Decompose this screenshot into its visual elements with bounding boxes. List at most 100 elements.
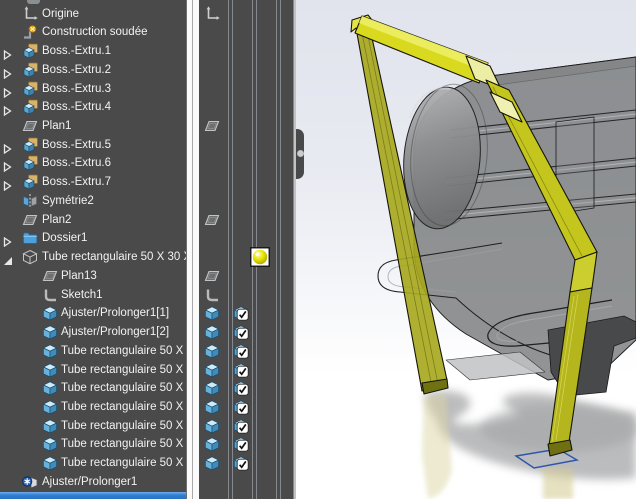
- tree-item-label: Origine: [42, 5, 79, 24]
- tree-row[interactable]: Tube rectangulaire 50 X 30 X 2: [0, 342, 186, 361]
- panel-collapse-handle[interactable]: [296, 129, 304, 179]
- tree-item-label: Ajuster/Prolonger1[2]: [61, 323, 169, 342]
- tree-row[interactable]: Tube rectangulaire 50 X 30 X 2: [0, 398, 186, 417]
- tree-item-label: Boss.-Extru.2: [42, 61, 111, 80]
- tree-row[interactable]: Tube rectangulaire 50 X 30 X 2: [0, 417, 186, 436]
- chevron-right-icon[interactable]: [3, 141, 12, 151]
- tree-row[interactable]: Symétrie2: [0, 192, 186, 211]
- checked-body-icon[interactable]: [233, 418, 249, 434]
- tree-row[interactable]: Boss.-Extru.6: [0, 154, 186, 173]
- graphics-viewport[interactable]: [296, 0, 636, 499]
- tree-row[interactable]: Tube rectangulaire 50 X 30 X 2: [0, 379, 186, 398]
- tree-item-label: Plan2: [42, 211, 71, 230]
- origin-icon: [22, 6, 38, 22]
- appearance-swatch-yellow[interactable]: [250, 247, 270, 267]
- body-icon: [42, 380, 58, 396]
- weldment-icon: [22, 24, 38, 40]
- chevron-right-icon[interactable]: [3, 85, 12, 95]
- tree-row[interactable]: Tube rectangulaire 50 X 30 X 2: [0, 435, 186, 454]
- tree-row[interactable]: Construction soudée: [0, 23, 186, 42]
- checked-body-icon[interactable]: [233, 436, 249, 452]
- plane-icon: [42, 268, 58, 284]
- boss-extrude-icon: [22, 155, 38, 171]
- tree-row[interactable]: Boss.-Extru.5: [0, 136, 186, 155]
- checked-body-icon[interactable]: [233, 305, 249, 321]
- body-icon: [204, 343, 220, 359]
- display-pane-divider: [228, 0, 229, 499]
- tree-row[interactable]: Tube rectangulaire 50 X 30 X 2: [0, 361, 186, 380]
- checked-body-icon[interactable]: [233, 343, 249, 359]
- chevron-right-icon[interactable]: [3, 159, 12, 169]
- chevron-right-icon[interactable]: [3, 103, 12, 113]
- checked-body-icon[interactable]: [233, 455, 249, 471]
- chevron-right-icon[interactable]: [3, 66, 12, 76]
- body-icon: [204, 436, 220, 452]
- chevron-right-icon[interactable]: [3, 234, 12, 244]
- tree-row[interactable]: Ajuster/Prolonger1[1]: [0, 304, 186, 323]
- tree-row[interactable]: Boss.-Extru.2: [0, 61, 186, 80]
- tree-row[interactable]: Boss.-Extru.1: [0, 42, 186, 61]
- tree-item-label: Tube rectangulaire 50 X 30 X 2: [61, 435, 186, 454]
- body-icon: [42, 324, 58, 340]
- panel-splitter-strip[interactable]: [186, 0, 199, 499]
- display-pane: [199, 0, 296, 499]
- handle-dot-icon: [297, 150, 304, 157]
- tree-row[interactable]: Boss.-Extru.4: [0, 98, 186, 117]
- tree-item-label: Tube rectangulaire 50 X 30 X 2: [61, 398, 186, 417]
- plane-icon: [204, 118, 220, 134]
- tree-item-label: Symétrie2: [42, 192, 94, 211]
- tree-item-label: Boss.-Extru.1: [42, 42, 111, 61]
- tree-row[interactable]: Sketch1: [0, 286, 186, 305]
- checked-body-icon[interactable]: [233, 362, 249, 378]
- clipped-tree-icon: [27, 0, 40, 4]
- tree-row[interactable]: Plan2: [0, 211, 186, 230]
- tree-row[interactable]: Plan1: [0, 117, 186, 136]
- chevron-right-icon[interactable]: [3, 178, 12, 188]
- plane-icon: [22, 212, 38, 228]
- tree-item-label: Plan1: [42, 117, 71, 136]
- right-leg-reflection: [543, 468, 573, 499]
- tree-item-label: Boss.-Extru.5: [42, 136, 111, 155]
- boss-extrude-icon: [22, 99, 38, 115]
- boss-extrude-icon: [22, 81, 38, 97]
- body-icon: [204, 418, 220, 434]
- body-icon: [204, 324, 220, 340]
- tree-item-label: Ajuster/Prolonger1: [42, 473, 137, 492]
- tree-row[interactable]: Ajuster/Prolonger1: [0, 473, 186, 492]
- checked-body-icon[interactable]: [233, 399, 249, 415]
- selected-row-highlight[interactable]: [0, 492, 186, 499]
- tree-row[interactable]: Plan13: [0, 267, 186, 286]
- tree-item-label: Tube rectangulaire 50 X 30 X 2: [61, 454, 186, 473]
- tree-row[interactable]: Origine: [0, 5, 186, 24]
- tree-row[interactable]: Boss.-Extru.7: [0, 173, 186, 192]
- body-icon: [204, 362, 220, 378]
- tube-profile-icon: [22, 249, 38, 265]
- display-pane-divider: [280, 0, 281, 499]
- tree-row[interactable]: Boss.-Extru.3: [0, 80, 186, 99]
- model-view[interactable]: [296, 0, 636, 499]
- tree-item-label: Tube rectangulaire 50 X 30 X 2: [61, 361, 186, 380]
- chevron-right-icon[interactable]: [3, 47, 12, 57]
- plane-icon: [22, 118, 38, 134]
- panel-edge-line: [186, 0, 187, 499]
- tree-item-label: Boss.-Extru.3: [42, 80, 111, 99]
- body-icon: [42, 455, 58, 471]
- tree-row[interactable]: Tube rectangulaire 50 X 30 X 2: [0, 454, 186, 473]
- tree-row[interactable]: Dossier1: [0, 229, 186, 248]
- tree-item-label: Sketch1: [61, 286, 103, 305]
- splitter-center-line: [192, 0, 193, 499]
- tree-item-label: Boss.-Extru.4: [42, 98, 111, 117]
- tree-row[interactable]: Ajuster/Prolonger1[2]: [0, 323, 186, 342]
- tree-item-label: Ajuster/Prolonger1[1]: [61, 304, 169, 323]
- checked-body-icon[interactable]: [233, 380, 249, 396]
- tree-row[interactable]: Tube rectangulaire 50 X 30 X 2.6(1: [0, 248, 186, 267]
- body-icon: [42, 436, 58, 452]
- tree-item-label: Tube rectangulaire 50 X 30 X 2.6(1: [42, 248, 186, 267]
- mirror-icon: [22, 193, 38, 209]
- checked-body-icon[interactable]: [233, 324, 249, 340]
- display-pane-divider: [276, 0, 277, 499]
- chevron-expanded-icon[interactable]: [3, 253, 12, 263]
- tree-item-label: Plan13: [61, 267, 97, 286]
- boss-extrude-icon: [22, 174, 38, 190]
- body-icon: [204, 380, 220, 396]
